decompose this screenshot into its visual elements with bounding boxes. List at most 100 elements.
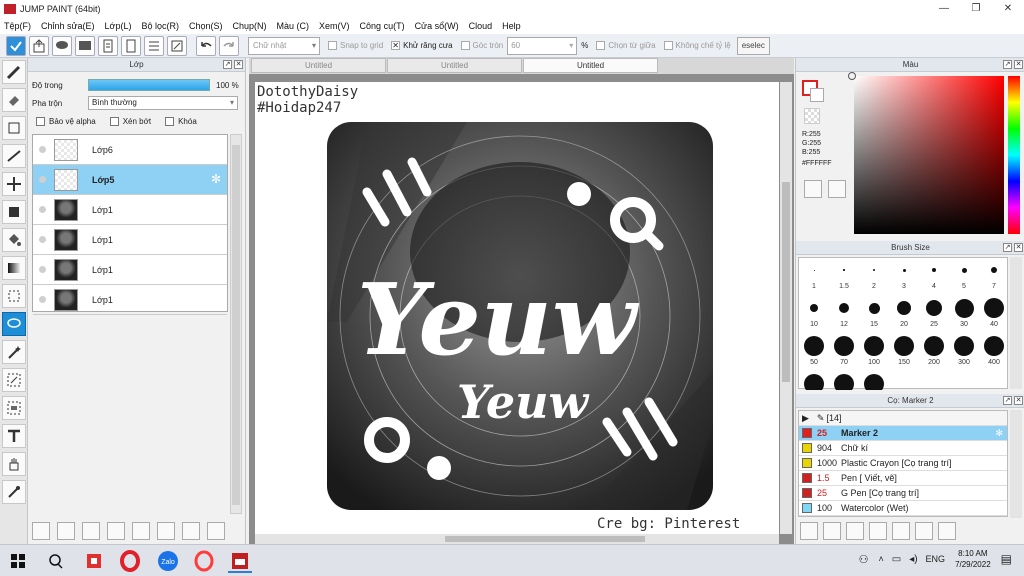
export-icon[interactable]	[29, 35, 49, 56]
layer-row[interactable]: Lớp1	[33, 255, 227, 285]
brush-size-option[interactable]: 15	[859, 296, 889, 334]
brush-size-option[interactable]: 70	[829, 334, 859, 372]
lasso-tool-icon[interactable]	[2, 312, 26, 336]
panel-close-icon[interactable]: ✕	[1014, 396, 1023, 405]
brush-size-option[interactable]: 30	[949, 296, 979, 334]
menu-tools[interactable]: Công cụ(T)	[360, 21, 405, 31]
magic-wand-tool-icon[interactable]	[2, 340, 26, 364]
comment-icon[interactable]	[52, 35, 72, 56]
protect-alpha-checkbox[interactable]: Bảo vệ alpha	[36, 116, 96, 126]
add-layer-menu-icon[interactable]	[107, 522, 125, 540]
search-icon[interactable]	[44, 549, 68, 573]
brush-scrollbar[interactable]	[1010, 257, 1022, 389]
menu-file[interactable]: Tệp(F)	[4, 21, 31, 31]
volume-icon[interactable]: ◂)	[909, 554, 917, 565]
brush-copy-icon[interactable]	[846, 522, 864, 540]
opacity-slider[interactable]	[88, 79, 210, 91]
brush-preset-item[interactable]: 100 Watercolor (Wet)	[799, 501, 1007, 516]
windows-start-icon[interactable]	[6, 549, 30, 573]
palette-edit-icon[interactable]	[828, 180, 846, 198]
rectangle-tool-icon[interactable]	[2, 116, 26, 140]
chevron-up-icon[interactable]: ˄	[878, 554, 883, 564]
brush-size-option[interactable]: 400	[979, 334, 1009, 372]
layer-row[interactable]: Lớp5 ✻	[33, 165, 227, 195]
opera-icon[interactable]	[118, 549, 142, 573]
tool-scrollbar[interactable]	[1010, 410, 1022, 518]
tab-untitled-2[interactable]: Untitled	[387, 58, 522, 73]
brush-page-icon[interactable]	[869, 522, 887, 540]
app-icon-red[interactable]	[82, 549, 106, 573]
tab-untitled-3[interactable]: Untitled	[523, 58, 658, 73]
menu-layer[interactable]: Lớp(L)	[105, 21, 132, 31]
menu-color[interactable]: Màu (C)	[277, 21, 310, 31]
brush-trash-icon[interactable]	[938, 522, 956, 540]
brush-preset-item[interactable]: 25 G Pen [Cọ trang trí]	[799, 486, 1007, 501]
undock-icon[interactable]: ↗	[1003, 60, 1012, 69]
brush-size-option[interactable]: 1.5	[829, 258, 859, 296]
panel-close-icon[interactable]: ✕	[1014, 243, 1023, 252]
brush-folder-icon[interactable]	[892, 522, 910, 540]
hue-slider[interactable]	[1008, 76, 1020, 234]
brush-size-option[interactable]: 10	[799, 296, 829, 334]
palette-icon[interactable]	[804, 180, 822, 198]
close-button[interactable]: ✕	[992, 0, 1024, 18]
brush-size-option[interactable]: 100	[859, 334, 889, 372]
folder-icon[interactable]	[132, 522, 150, 540]
maximize-button[interactable]: ❐	[960, 0, 992, 18]
menu-capture[interactable]: Chụp(N)	[233, 21, 267, 31]
minimize-button[interactable]: —	[928, 0, 960, 18]
redo-icon[interactable]	[219, 35, 239, 56]
undo-icon[interactable]	[196, 35, 216, 56]
menu-edit[interactable]: Chỉnh sửa(E)	[41, 21, 95, 31]
brush-menu-icon[interactable]	[823, 522, 841, 540]
new-1bit-layer-icon[interactable]	[82, 522, 100, 540]
brush-group-header[interactable]: ▶ ✎ [14]	[799, 411, 1007, 426]
select-pen-tool-icon[interactable]	[2, 368, 26, 392]
eyedropper-tool-icon[interactable]	[2, 480, 26, 504]
brush-duplicate-icon[interactable]	[915, 522, 933, 540]
opera-gx-icon[interactable]	[192, 549, 216, 573]
layer-row[interactable]: Lớp1	[33, 225, 227, 255]
brush-size-option[interactable]: 4	[919, 258, 949, 296]
check-icon[interactable]	[6, 35, 26, 56]
brush-size-option[interactable]: 12	[829, 296, 859, 334]
panel-close-icon[interactable]: ✕	[1014, 60, 1023, 69]
brush-size-option[interactable]: 150	[889, 334, 919, 372]
menu-help[interactable]: Help	[502, 21, 521, 31]
brush-size-option[interactable]: 200	[919, 334, 949, 372]
bucket-tool-icon[interactable]	[2, 228, 26, 252]
brush-size-option[interactable]	[799, 372, 829, 390]
canvas-vertical-scrollbar[interactable]	[780, 82, 792, 534]
visibility-icon[interactable]	[39, 296, 46, 303]
settings-icon[interactable]	[167, 35, 187, 56]
clip-checkbox[interactable]: Xén bớt	[109, 116, 151, 126]
tab-untitled-1[interactable]: Untitled	[251, 58, 386, 73]
visibility-icon[interactable]	[39, 176, 46, 183]
brush-preset-item[interactable]: 904 Chữ kí	[799, 441, 1007, 456]
menu-select[interactable]: Chọn(S)	[189, 21, 223, 31]
trash-icon[interactable]	[207, 522, 225, 540]
duplicate-layer-icon[interactable]	[157, 522, 175, 540]
brush-preset-item[interactable]: 1.5 Pen [ Viết, vẽ]	[799, 471, 1007, 486]
brush-size-option[interactable]: 25	[919, 296, 949, 334]
language-indicator[interactable]: ENG	[926, 554, 946, 564]
brush-size-option[interactable]: 300	[949, 334, 979, 372]
brush-size-option[interactable]	[829, 372, 859, 390]
color-picker-cursor[interactable]	[848, 72, 856, 80]
antialias-checkbox[interactable]: ✕ Khử răng cưa	[391, 41, 453, 50]
clock[interactable]: 8:10 AM 7/29/2022	[955, 548, 991, 570]
gradient-tool-icon[interactable]	[2, 256, 26, 280]
people-icon[interactable]: ⚇	[859, 553, 869, 566]
zalo-icon[interactable]: Zalo	[156, 549, 180, 573]
menu-filter[interactable]: Bộ lọc(R)	[141, 21, 179, 31]
brush-size-option[interactable]: 40	[979, 296, 1009, 334]
shape-select[interactable]: Chữ nhật	[248, 36, 320, 55]
snap-to-grid-checkbox[interactable]: Snap to grid	[328, 41, 383, 50]
text-tool-icon[interactable]	[2, 424, 26, 448]
visibility-icon[interactable]	[39, 146, 46, 153]
transparent-color-swatch[interactable]	[804, 108, 820, 124]
background-color-swatch[interactable]	[810, 88, 824, 102]
hand-tool-icon[interactable]	[2, 452, 26, 476]
new-layer-icon[interactable]	[32, 522, 50, 540]
panel-close-icon[interactable]: ✕	[234, 60, 243, 69]
